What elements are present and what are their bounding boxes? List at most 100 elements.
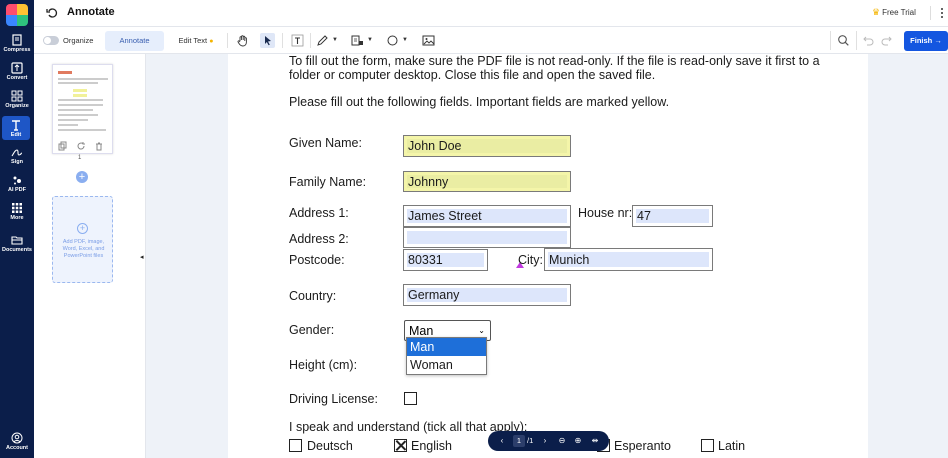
- city-value: Munich: [549, 252, 590, 267]
- add-files-dropzone[interactable]: + Add PDF, image, Word, Excel, and Power…: [52, 196, 113, 283]
- pen-icon: [317, 35, 328, 46]
- redo-button[interactable]: [880, 33, 895, 48]
- compress-icon: [12, 34, 22, 46]
- rail-organize[interactable]: Organize: [0, 90, 34, 116]
- prev-page-icon[interactable]: ‹: [496, 435, 508, 447]
- given-name-value: John Doe: [408, 139, 462, 153]
- checkbox-english[interactable]: [394, 439, 407, 452]
- organize-toggle[interactable]: [43, 36, 59, 45]
- intro-text: Please fill out the following fields. Im…: [289, 95, 670, 109]
- zoom-out-icon[interactable]: ⊖: [556, 435, 568, 447]
- free-trial-button[interactable]: ♛ Free Trial: [872, 7, 916, 18]
- thumbnail-actions: [58, 141, 108, 151]
- rail-convert[interactable]: Convert: [0, 62, 34, 88]
- family-name-value: Johnny: [408, 174, 449, 189]
- address1-field[interactable]: James Street: [403, 205, 571, 227]
- rail-label: Account: [6, 445, 28, 451]
- search-icon: [838, 35, 849, 46]
- given-name-field[interactable]: John Doe: [403, 135, 571, 157]
- finish-button[interactable]: Finish →: [904, 31, 948, 51]
- undo-icon: [863, 36, 874, 46]
- city-field[interactable]: Munich: [544, 248, 713, 271]
- text-box-icon: [291, 34, 304, 47]
- free-trial-label: Free Trial: [882, 8, 916, 17]
- rail-documents[interactable]: Documents: [0, 234, 34, 260]
- premium-icon: ●: [209, 38, 214, 45]
- city-label: City:: [518, 253, 543, 267]
- house-nr-field[interactable]: 47: [632, 205, 713, 227]
- gender-option-man[interactable]: Man: [407, 338, 486, 356]
- given-name-label: Given Name:: [289, 136, 362, 150]
- current-page-input[interactable]: 1: [513, 435, 525, 447]
- undo-button[interactable]: [860, 33, 875, 48]
- collapse-panel-icon[interactable]: ◂: [140, 253, 144, 261]
- image-tool[interactable]: [421, 33, 436, 48]
- page-title: Annotate: [67, 6, 115, 18]
- stamp-icon: [351, 35, 363, 46]
- rail-label: Edit: [10, 132, 22, 138]
- postcode-label: Postcode:: [289, 253, 345, 267]
- left-rail: Compress Convert Organize Edit Sign AI P…: [0, 0, 34, 458]
- language-label: Esperanto: [614, 439, 671, 453]
- next-page-icon[interactable]: ›: [539, 435, 551, 447]
- page-total: /1: [527, 436, 534, 445]
- rail-sign[interactable]: Sign: [0, 146, 34, 172]
- rail-more[interactable]: More: [0, 202, 34, 228]
- text-tool[interactable]: [290, 33, 305, 48]
- fit-width-icon[interactable]: ⇹: [589, 435, 601, 447]
- address2-label: Address 2:: [289, 232, 349, 246]
- title-bar: Annotate ♛ Free Trial: [34, 0, 948, 27]
- account-icon: [11, 432, 23, 444]
- rail-ai-pdf[interactable]: AI PDF: [0, 174, 34, 200]
- tab-annotate[interactable]: Annotate: [105, 31, 164, 51]
- chevron-down-icon: ⌄: [478, 326, 485, 335]
- hand-tool[interactable]: [235, 33, 250, 48]
- rail-compress[interactable]: Compress: [0, 34, 34, 60]
- stamp-tool[interactable]: [350, 33, 365, 48]
- add-page-button[interactable]: +: [76, 171, 88, 183]
- house-nr-value: 47: [637, 209, 651, 223]
- circle-shape-icon: [387, 35, 398, 46]
- crown-icon: ♛: [872, 7, 881, 17]
- page-number: 1: [78, 155, 82, 161]
- postcode-field[interactable]: 80331: [403, 249, 488, 271]
- address2-field[interactable]: [403, 227, 571, 248]
- divider: [930, 6, 931, 20]
- family-name-field[interactable]: Johnny: [403, 171, 571, 192]
- select-tool[interactable]: [260, 33, 275, 48]
- duplicate-icon[interactable]: [58, 141, 68, 151]
- image-icon: [422, 35, 435, 46]
- country-field[interactable]: Germany: [403, 284, 571, 306]
- edit-text-icon: [12, 120, 20, 131]
- zoom-in-icon[interactable]: ⊕: [572, 435, 584, 447]
- chevron-down-icon[interactable]: ▼: [367, 37, 373, 43]
- checkbox-deutsch[interactable]: [289, 439, 302, 452]
- edit-text-label: Edit Text: [178, 36, 208, 45]
- rail-label: Convert: [6, 75, 28, 81]
- rail-label: Sign: [11, 159, 23, 165]
- chevron-down-icon[interactable]: ▼: [402, 37, 408, 43]
- back-icon[interactable]: [45, 6, 59, 20]
- search-button[interactable]: [836, 33, 851, 48]
- more-icon[interactable]: [938, 6, 946, 20]
- chevron-down-icon[interactable]: ▼: [332, 37, 338, 43]
- house-nr-label: House nr:: [578, 206, 633, 220]
- plus-icon: +: [77, 223, 88, 234]
- app-logo[interactable]: [6, 4, 28, 26]
- intro-text: To fill out the form, make sure the PDF …: [289, 54, 820, 68]
- trash-icon[interactable]: [94, 141, 104, 151]
- rail-edit[interactable]: Edit: [2, 116, 30, 140]
- driving-license-checkbox[interactable]: [404, 392, 417, 405]
- sign-icon: [11, 149, 23, 157]
- ai-sparkle-icon: [13, 176, 21, 185]
- app-window: Compress Convert Organize Edit Sign AI P…: [0, 0, 948, 458]
- pen-tool[interactable]: [315, 33, 330, 48]
- gender-value: Man: [409, 324, 434, 338]
- tab-edit-text[interactable]: Edit Text ●: [174, 31, 218, 51]
- rotate-icon[interactable]: [76, 141, 86, 151]
- divider: [856, 31, 857, 50]
- checkbox-latin[interactable]: [701, 439, 714, 452]
- gender-option-woman[interactable]: Woman: [407, 356, 486, 374]
- rail-account[interactable]: Account: [0, 432, 34, 458]
- shape-tool[interactable]: [385, 33, 400, 48]
